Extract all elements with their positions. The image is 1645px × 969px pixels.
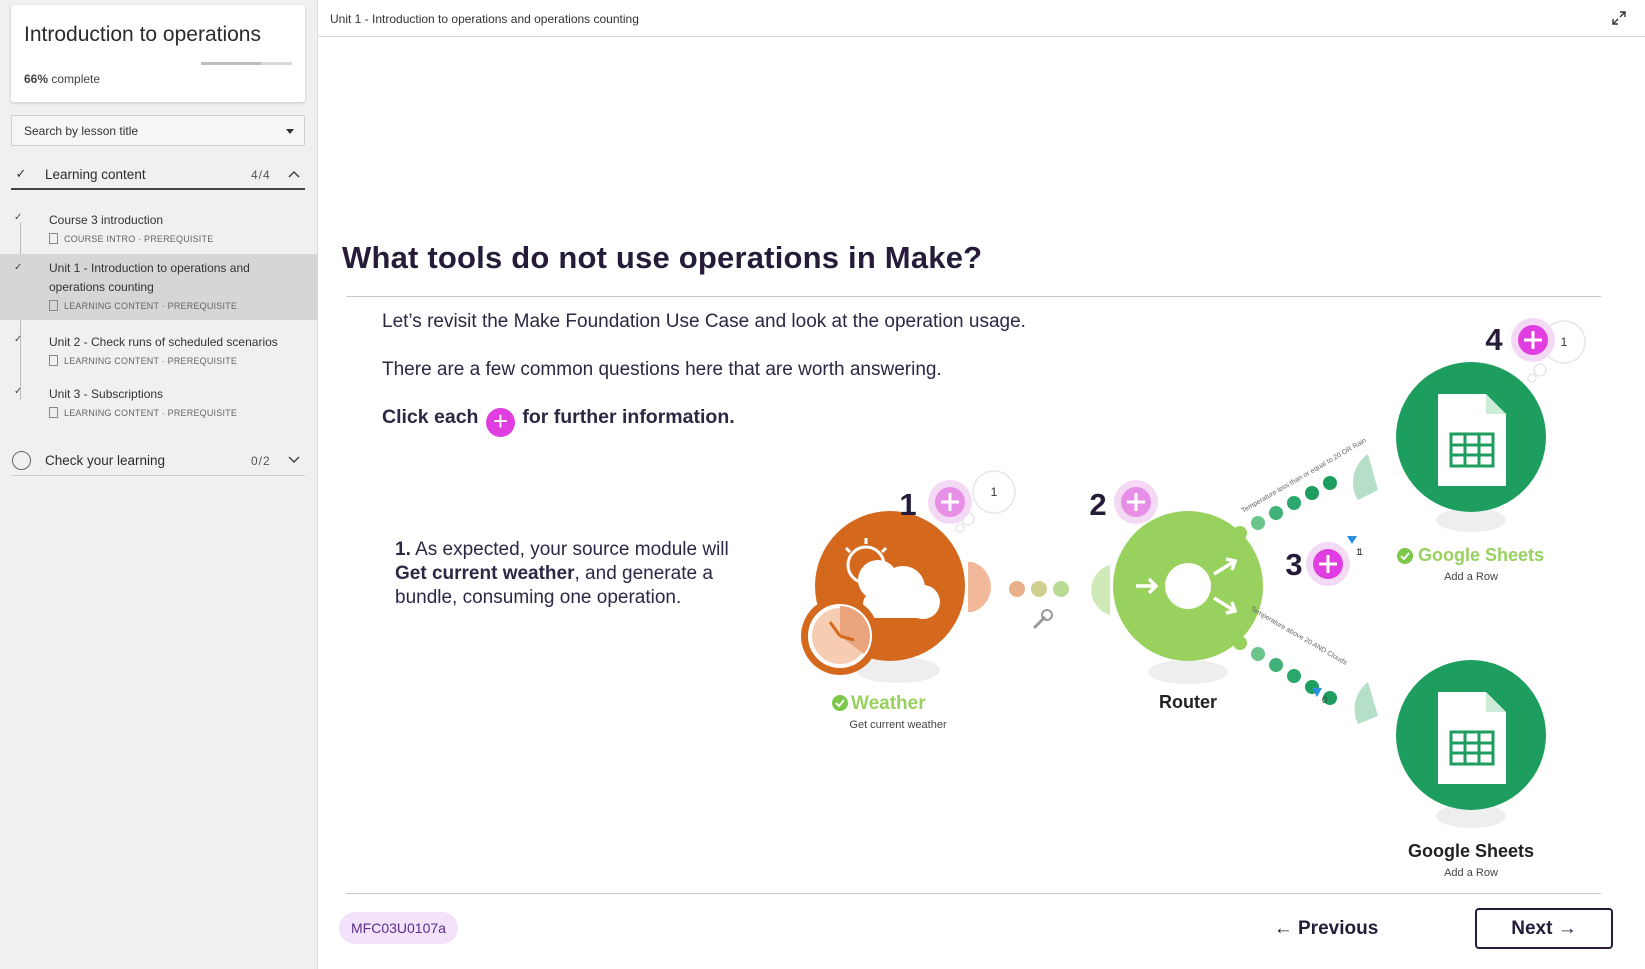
filter-icon (1347, 536, 1357, 544)
chevron-up-icon[interactable] (288, 169, 300, 181)
lesson-title: Unit 2 - Check runs of scheduled scenari… (49, 335, 278, 349)
weather-module: Weather Get current weather (801, 511, 991, 731)
google-sheets-module-upper: Google Sheets Add a Row (1352, 362, 1546, 583)
lesson-item-unit-2[interactable]: ✓ Unit 2 - Check runs of scheduled scena… (0, 329, 318, 375)
bubble-count: 1 (1356, 547, 1361, 557)
section-divider (11, 188, 305, 190)
document-icon (49, 407, 58, 418)
module-name: Weather (851, 693, 926, 714)
module-name: Router (1159, 692, 1217, 712)
course-progress-fill (201, 62, 262, 65)
hotspot-number: 2 (1089, 487, 1106, 522)
wrench-icon (1032, 609, 1053, 630)
document-icon (49, 233, 58, 244)
lesson-meta: COURSE INTRO · PREREQUISITE (49, 233, 213, 244)
slide-code-badge: MFC03U0107a (339, 912, 458, 944)
previous-label: Previous (1298, 918, 1379, 939)
progress-suffix: complete (51, 72, 101, 86)
bubble-count: 1 (991, 485, 998, 499)
course-progress-bar (201, 62, 292, 65)
check-icon: ✓ (14, 212, 23, 223)
lesson-meta: LEARNING CONTENT · PREREQUISITE (49, 355, 237, 366)
course-card: Introduction to operations 66% complete (11, 5, 305, 102)
schedule-clock-icon (801, 597, 879, 675)
arrow-right-icon: → (1557, 918, 1577, 939)
section-count: 4/4 (251, 168, 271, 182)
lesson-meta-text: COURSE INTRO · PREREQUISITE (64, 234, 214, 244)
lesson-item-course-3-introduction[interactable]: ✓ Course 3 introduction COURSE INTRO · P… (0, 205, 318, 251)
section-label: Learning content (45, 167, 146, 182)
module-subtitle: Add a Row (1444, 867, 1498, 879)
scenario-diagram: Weather Get current weather Router Tempe… (801, 318, 1586, 879)
lesson-content: Unit 1 - Introduction to operations and … (318, 0, 1645, 969)
section-label: Check your learning (45, 453, 166, 468)
hotspot-1[interactable]: 1 (899, 480, 972, 524)
check-icon: ✓ (14, 386, 23, 397)
bubble-count: 1 (1561, 335, 1568, 349)
lesson-search-placeholder: Search by lesson title (24, 124, 139, 138)
section-divider (11, 475, 305, 476)
hotspot-number: 4 (1485, 322, 1503, 357)
lesson-meta: LEARNING CONTENT · PREREQUISITE (49, 407, 237, 418)
document-icon (49, 300, 58, 311)
lesson-item-unit-3[interactable]: ✓ Unit 3 - Subscriptions LEARNING CONTEN… (0, 381, 318, 427)
lesson-meta-text: LEARNING CONTENT · PREREQUISITE (64, 356, 238, 366)
footer-divider (346, 893, 1601, 894)
arrow-left-icon: ← (1273, 918, 1293, 939)
router-module: Router (1091, 511, 1263, 712)
progress-value: 66% (24, 72, 49, 86)
section-count: 0/2 (251, 454, 271, 468)
previous-button[interactable]: ← Previous (1266, 910, 1386, 948)
section-check-your-learning[interactable]: Check your learning 0/2 (11, 444, 305, 476)
course-title: Introduction to operations (24, 23, 261, 46)
section-learning-content[interactable]: ✓ Learning content 4/4 (11, 158, 305, 190)
upper-route-dots: Temperature less than or equal to 20 OR … (1233, 437, 1368, 557)
check-icon: ✓ (15, 166, 27, 181)
module-name: Google Sheets (1408, 841, 1534, 861)
route-label: Temperature above 20 AND Clouds (1249, 606, 1348, 667)
lesson-meta-text: LEARNING CONTENT · PREREQUISITE (64, 408, 238, 418)
module-subtitle: Add a Row (1444, 571, 1498, 583)
hotspot-4[interactable]: 4 (1485, 318, 1555, 362)
caret-down-icon (286, 129, 294, 134)
check-icon: ✓ (14, 262, 23, 273)
hotspot-number: 3 (1285, 547, 1302, 582)
lesson-title: Unit 3 - Subscriptions (49, 387, 164, 401)
lesson-title: Unit 1 - Introduction to operations and … (49, 261, 250, 294)
lesson-meta: LEARNING CONTENT · PREREQUISITE (49, 300, 237, 311)
hotspot-number: 1 (899, 487, 916, 522)
hotspot-2[interactable]: 2 (1089, 480, 1158, 524)
next-label: Next (1511, 918, 1553, 939)
course-sidebar: Introduction to operations 66% complete … (0, 0, 318, 969)
connection-dots (1009, 581, 1069, 597)
next-button[interactable]: Next → (1475, 908, 1613, 949)
filter-count: 0 (1322, 695, 1327, 705)
google-sheets-module-lower: Google Sheets Add a Row (1354, 660, 1546, 879)
lesson-meta-text: LEARNING CONTENT · PREREQUISITE (64, 301, 238, 311)
route-label: Temperature less than or equal to 20 OR … (1241, 437, 1368, 515)
module-subtitle: Get current weather (849, 719, 947, 731)
module-name: Google Sheets (1418, 545, 1544, 565)
hotspot-3[interactable]: 3 (1285, 542, 1350, 586)
lesson-title: Course 3 introduction (49, 213, 164, 227)
course-progress-text: 66% complete (24, 72, 100, 86)
document-icon (49, 355, 58, 366)
chevron-down-icon[interactable] (288, 455, 300, 467)
lesson-search-select[interactable]: Search by lesson title (11, 115, 305, 146)
lesson-item-unit-1[interactable]: ✓ Unit 1 - Introduction to operations an… (0, 254, 318, 320)
check-icon: ✓ (14, 334, 23, 345)
incomplete-circle-icon (12, 451, 31, 470)
